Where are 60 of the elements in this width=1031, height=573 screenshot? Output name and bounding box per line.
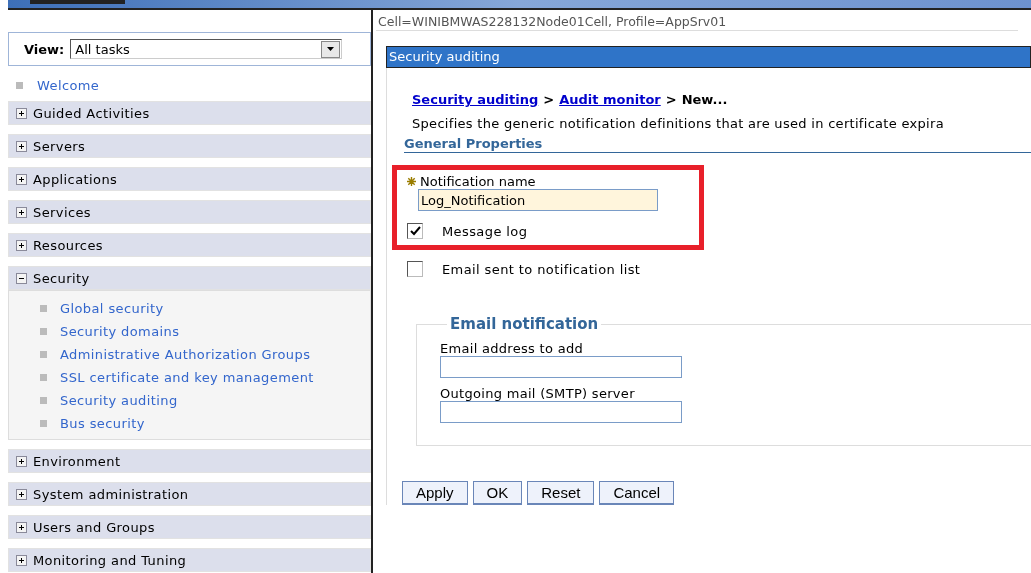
nav-section[interactable]: Guided Activities xyxy=(8,101,371,125)
input-field[interactable] xyxy=(440,401,682,423)
expand-icon[interactable] xyxy=(16,140,27,152)
section-heading: General Properties xyxy=(404,136,1031,153)
action-button[interactable]: Reset xyxy=(527,481,595,505)
field-label: Outgoing mail (SMTP) server xyxy=(440,386,636,401)
nav-section[interactable]: Environment xyxy=(8,449,371,473)
collapse-icon[interactable] xyxy=(16,272,27,284)
field-label: Email address to add xyxy=(440,341,585,356)
breadcrumb-current: New... xyxy=(681,92,728,107)
nav-link[interactable]: SSL certificate and key management xyxy=(60,369,314,385)
nav-section[interactable]: Services xyxy=(8,200,371,224)
input-field[interactable] xyxy=(440,356,682,378)
nav-section[interactable]: Security xyxy=(8,266,371,290)
bullet-icon xyxy=(40,304,47,312)
bullet-icon xyxy=(16,81,23,89)
input-field[interactable]: Log_Notification xyxy=(418,189,658,211)
nav-link[interactable]: Security auditing xyxy=(60,392,178,408)
nav-section[interactable]: Resources xyxy=(8,233,371,257)
view-label: View: xyxy=(24,41,65,57)
scope-text: Cell=WINIBMWAS228132Node01Cell, Profile=AppSrv01 xyxy=(376,14,1018,31)
view-select[interactable]: All tasks xyxy=(70,39,343,59)
description-text: Specifies the generic notification definitions that are used in certificate expira xyxy=(412,116,945,131)
nav-link[interactable]: Administrative Authorization Groups xyxy=(60,346,311,362)
expand-icon[interactable] xyxy=(16,173,27,185)
bullet-icon xyxy=(40,327,47,335)
bullet-icon xyxy=(40,396,47,404)
action-button[interactable]: Apply xyxy=(402,481,468,505)
checkbox-label: Email sent to notification list xyxy=(442,262,641,277)
nav-section[interactable]: System administration xyxy=(8,482,371,506)
checkbox[interactable] xyxy=(407,261,423,277)
action-button[interactable]: OK xyxy=(472,481,523,505)
expand-icon[interactable] xyxy=(16,554,27,566)
nav-link[interactable]: Bus security xyxy=(60,415,145,431)
group-title: Email notification xyxy=(449,315,600,333)
expand-icon[interactable] xyxy=(16,488,27,500)
nav-section[interactable]: Monitoring and Tuning xyxy=(8,548,371,572)
expand-icon[interactable] xyxy=(16,455,27,467)
breadcrumb-link[interactable]: Security auditing xyxy=(412,92,539,107)
checkbox-label: Message log xyxy=(442,224,528,239)
bullet-icon xyxy=(40,373,47,381)
nav-link[interactable]: Security domains xyxy=(60,323,180,339)
expand-icon[interactable] xyxy=(16,239,27,251)
nav-section[interactable]: Users and Groups xyxy=(8,515,371,539)
breadcrumb-separator: > xyxy=(665,92,677,107)
nav-link[interactable]: Global security xyxy=(60,300,164,316)
action-button[interactable]: Cancel xyxy=(599,481,675,505)
nav-link[interactable]: Welcome xyxy=(37,77,100,93)
nav-section[interactable]: Applications xyxy=(8,167,371,191)
bullet-icon xyxy=(40,419,47,427)
field-label: Notification name xyxy=(420,174,536,189)
breadcrumb-link[interactable]: Audit monitor xyxy=(559,92,661,107)
nav-section[interactable]: Servers xyxy=(8,134,371,158)
expand-icon[interactable] xyxy=(16,521,27,533)
expand-icon[interactable] xyxy=(16,206,27,218)
checkbox[interactable] xyxy=(407,223,423,239)
panel-title: Security auditing xyxy=(386,46,1031,68)
bullet-icon xyxy=(40,350,47,358)
expand-icon[interactable] xyxy=(16,107,27,119)
breadcrumb-separator: > xyxy=(543,92,555,107)
